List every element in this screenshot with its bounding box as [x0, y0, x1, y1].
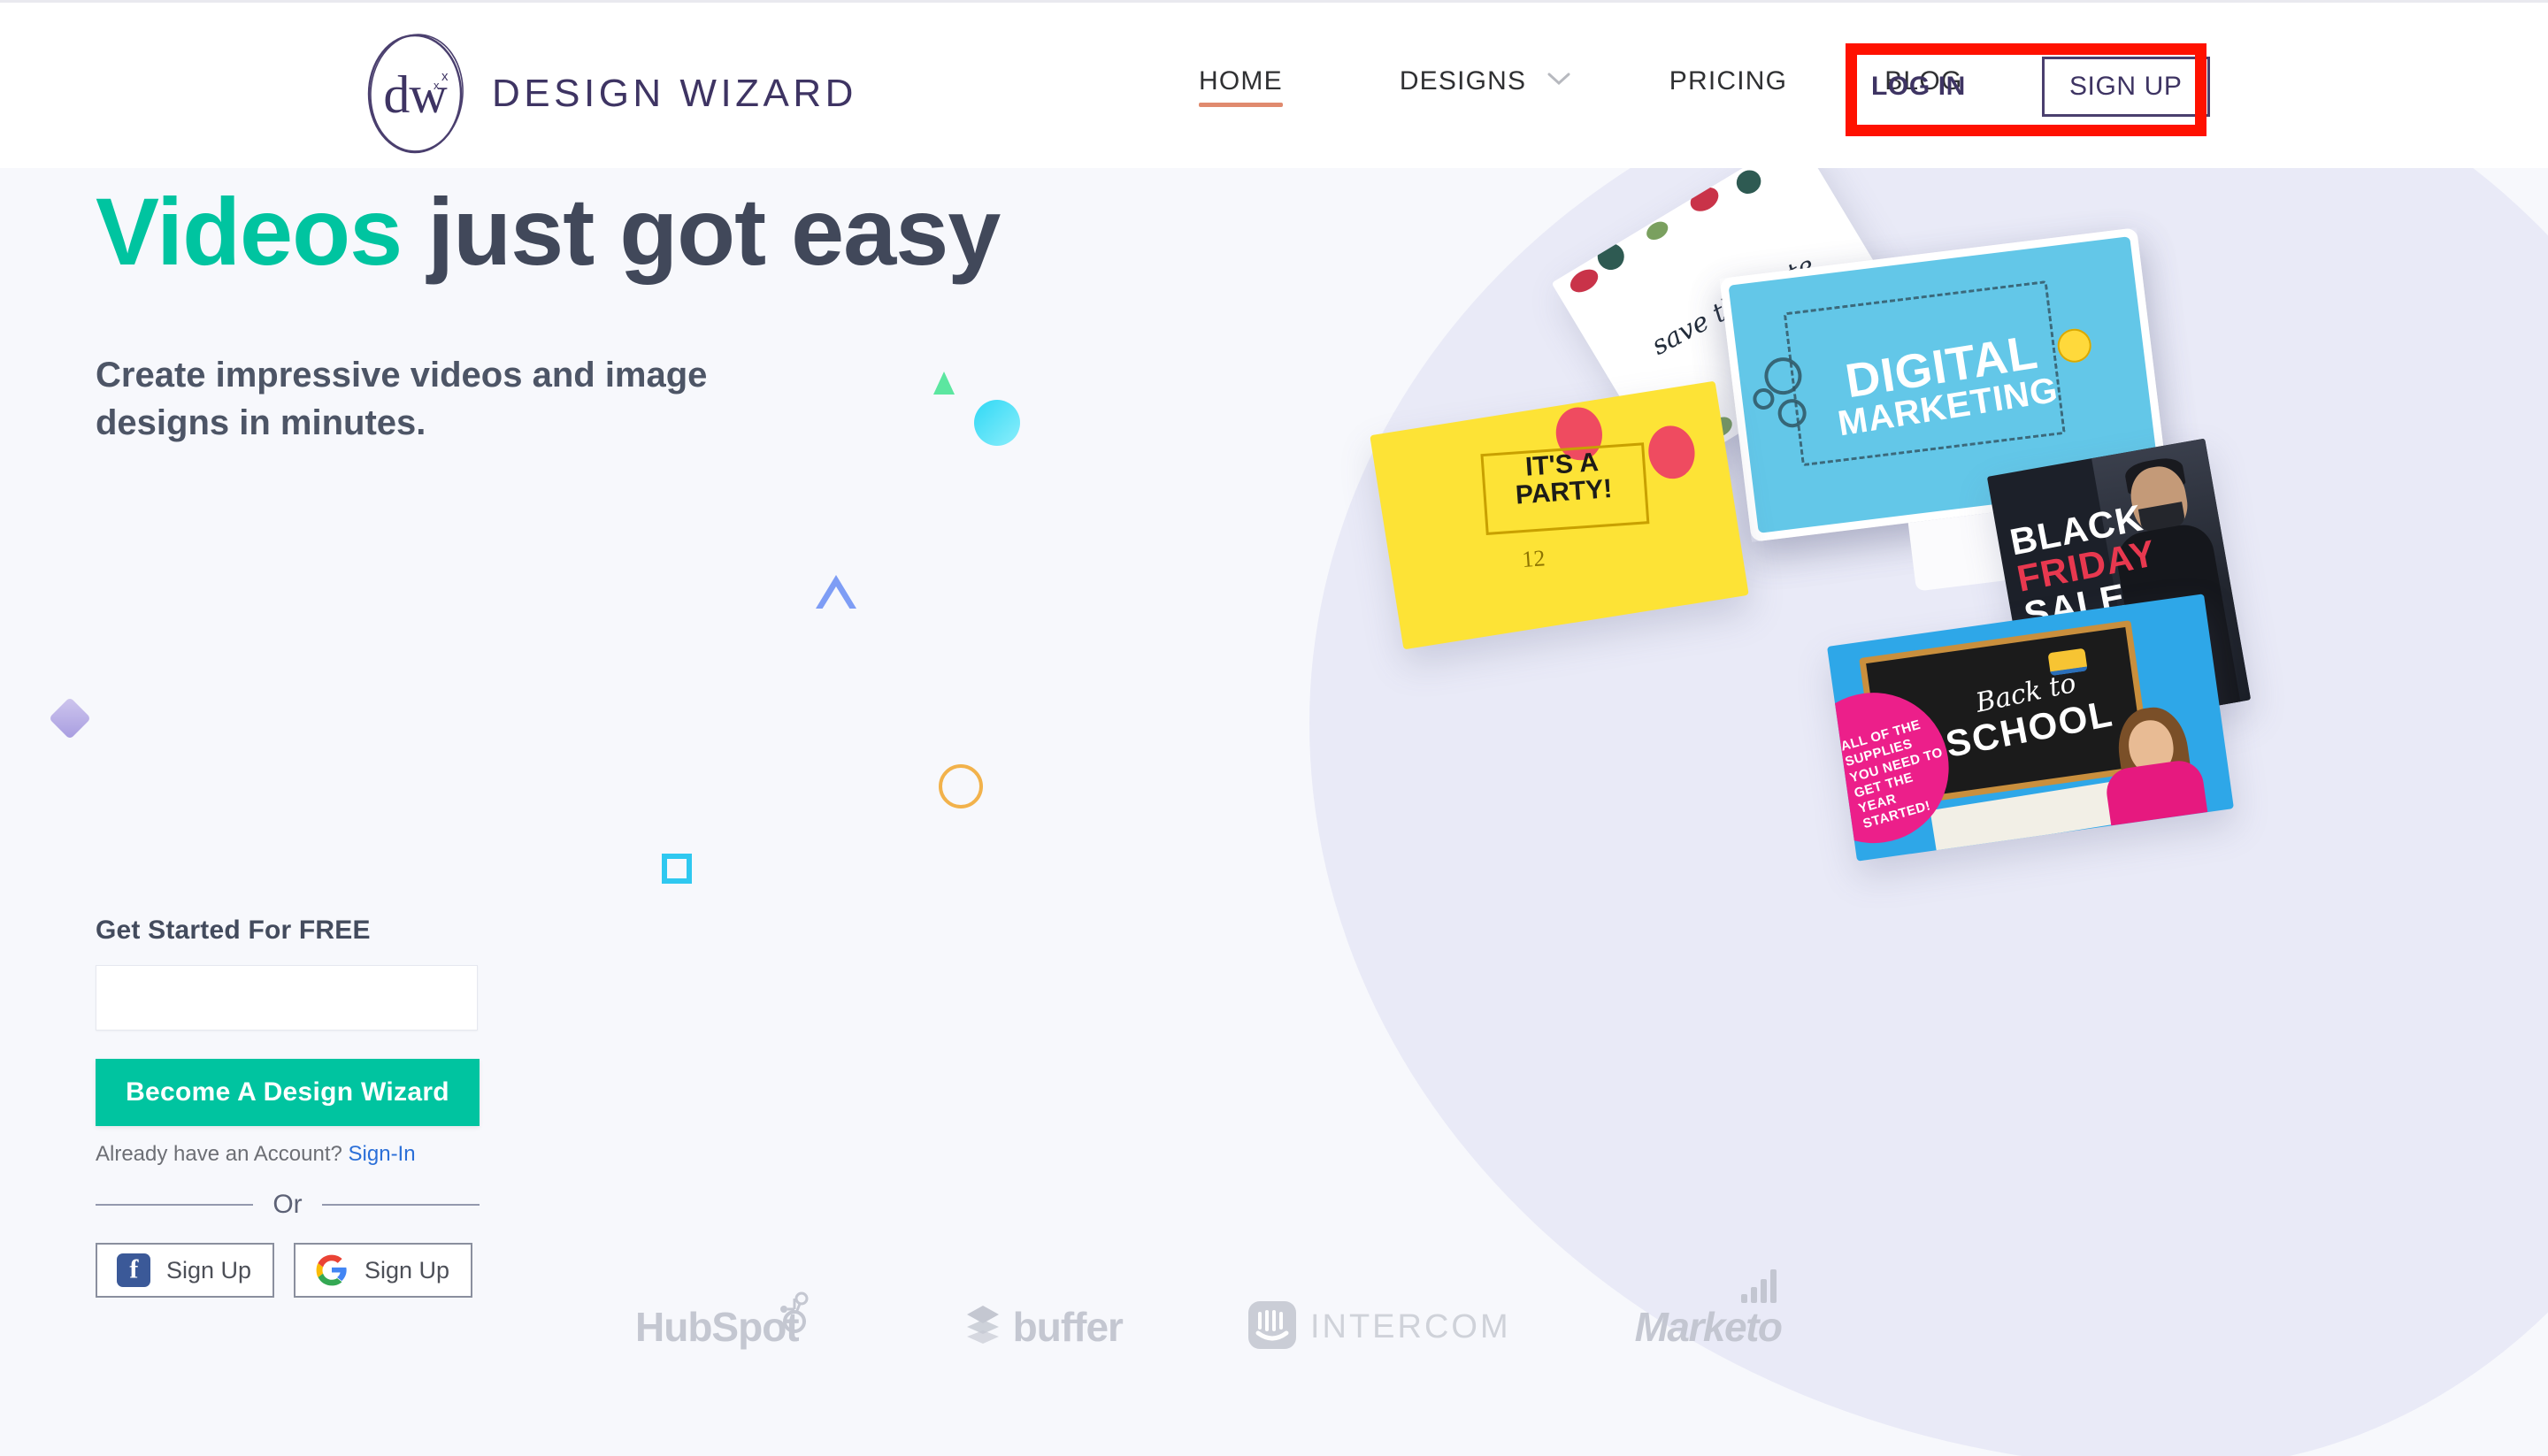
svg-text:x: x — [434, 79, 440, 92]
main-nav: HOME DESIGNS PRICING BLOG — [1199, 3, 1962, 171]
brand-logo-strip: HubSpot buffer INTERCOM Marketo — [0, 1261, 2548, 1393]
brand-logo-marketo: Marketo — [1634, 1269, 1783, 1351]
purple-diamond-icon — [48, 696, 92, 740]
svg-text:dw: dw — [383, 65, 448, 124]
brand-logo-buffer: buffer — [965, 1303, 1124, 1351]
hero-section: Videos just got easy Create impressive v… — [0, 168, 2548, 1456]
design-wizard-logo-icon: dw x x — [361, 31, 469, 157]
or-label: Or — [272, 1190, 303, 1219]
email-field[interactable] — [96, 966, 477, 1030]
collage-party-date: 12 — [1521, 545, 1546, 573]
intercom-icon — [1247, 1299, 1298, 1355]
brand-logo-hubspot: HubSpot — [635, 1291, 841, 1353]
svg-text:x: x — [441, 69, 449, 84]
brand-logo-intercom: INTERCOM — [1247, 1299, 1511, 1355]
site-header: dw x x DESIGN WIZARD HOME DESIGNS PRICIN… — [0, 0, 2548, 168]
already-have-account-text: Already have an Account? — [96, 1142, 349, 1166]
nav-item-home[interactable]: HOME — [1199, 66, 1283, 107]
brand-hubspot-label: HubSpot — [635, 1304, 800, 1350]
or-divider: Or — [96, 1190, 480, 1220]
page-title-accent: Videos — [96, 178, 403, 285]
nav-item-designs[interactable]: DESIGNS — [1400, 66, 1570, 107]
page-title-rest: just got easy — [402, 178, 1001, 285]
hubspot-icon — [779, 1291, 810, 1342]
buffer-icon — [965, 1304, 1001, 1351]
collage-card-back-to-school: Back to SCHOOL ALL OF THE SUPPLIES YOU N… — [1827, 594, 2234, 862]
orange-outline-circle-icon — [939, 764, 983, 808]
page-title: Videos just got easy — [96, 178, 1069, 286]
nav-item-designs-label: DESIGNS — [1399, 66, 1527, 96]
chevron-down-icon — [1547, 63, 1570, 93]
blue-triangle-inner-mask — [822, 586, 850, 609]
auth-cluster: LOG IN SIGN UP — [1871, 3, 2210, 171]
divider-rule-right — [321, 1204, 480, 1206]
already-have-account-line: Already have an Account? Sign-In — [96, 1142, 485, 1167]
nav-item-pricing[interactable]: PRICING — [1669, 66, 1787, 107]
sign-in-link[interactable]: Sign-In — [349, 1142, 416, 1166]
divider-rule-left — [96, 1204, 254, 1206]
logo[interactable]: dw x x DESIGN WIZARD — [361, 31, 857, 157]
email-field-wrapper — [96, 965, 478, 1031]
collage-card-its-a-party: IT'S A PARTY! 12 — [1370, 380, 1749, 650]
brand-intercom-label: INTERCOM — [1309, 1307, 1511, 1345]
become-a-design-wizard-button[interactable]: Become A Design Wizard — [96, 1059, 480, 1126]
hero-collage-image: save the date DIGITAL MARKETING — [1309, 168, 2548, 1159]
signup-button[interactable]: SIGN UP — [2041, 57, 2210, 117]
hero-subtitle: Create impressive videos and image desig… — [96, 355, 708, 442]
nav-active-underline — [1199, 103, 1283, 107]
hero-copy: Videos just got easy Create impressive v… — [96, 168, 1069, 447]
brand-buffer-label: buffer — [1012, 1304, 1124, 1350]
cyan-outline-square-icon — [662, 854, 692, 884]
nav-item-home-label: HOME — [1199, 66, 1283, 96]
marketo-icon — [1739, 1266, 1785, 1309]
nav-item-pricing-label: PRICING — [1669, 66, 1788, 96]
brand-marketo-label: Marketo — [1634, 1304, 1783, 1350]
logo-wordmark: DESIGN WIZARD — [492, 72, 857, 115]
form-heading: Get Started For FREE — [96, 916, 371, 945]
login-button[interactable]: LOG IN — [1871, 72, 1966, 102]
signup-form: Get Started For FREE Become A Design Wiz… — [96, 916, 485, 1298]
